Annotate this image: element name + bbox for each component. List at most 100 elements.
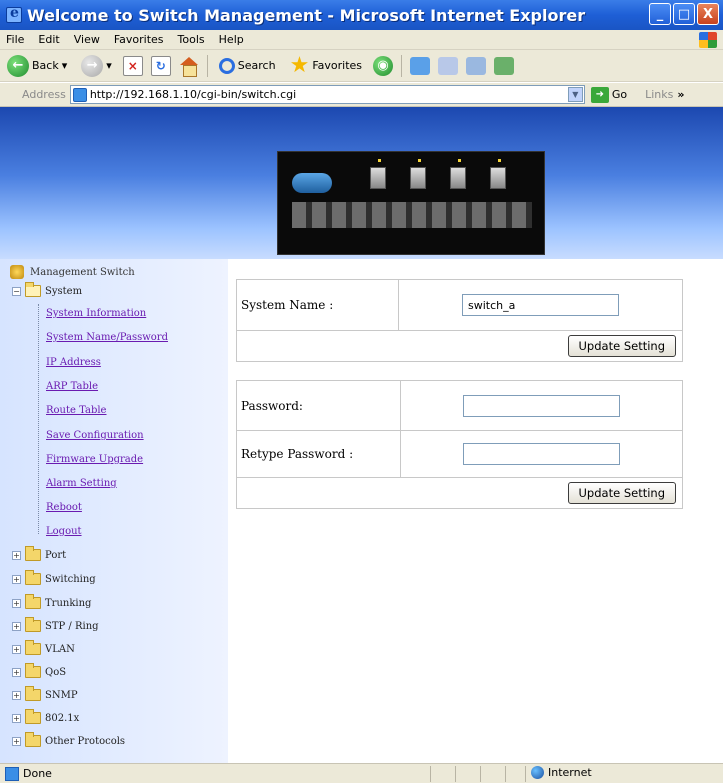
link-firmware-upgrade[interactable]: Firmware Upgrade	[46, 454, 143, 465]
tree-folder-label: System	[45, 285, 83, 297]
folder-icon	[25, 640, 41, 655]
link-arp-table[interactable]: ARP Table	[46, 381, 98, 392]
tree-folder-label: STP / Ring	[45, 620, 99, 632]
close-button[interactable]: X	[697, 3, 719, 25]
title-bar: Welcome to Switch Management - Microsoft…	[0, 0, 723, 30]
media-icon[interactable]: ◉	[373, 55, 394, 76]
menu-view[interactable]: View	[74, 33, 100, 46]
address-input[interactable]: http://192.168.1.10/cgi-bin/switch.cgi ▼	[69, 85, 585, 104]
tree-root[interactable]: Management Switch	[10, 265, 135, 279]
address-dropdown-icon[interactable]: ▼	[567, 87, 583, 102]
tree-folder-switching[interactable]: + Switching	[12, 570, 96, 585]
toolbar-separator	[206, 54, 208, 77]
back-dropdown-icon[interactable]: ▾	[62, 59, 68, 72]
menu-file[interactable]: File	[6, 33, 24, 46]
link-logout[interactable]: Logout	[46, 526, 82, 537]
collapse-icon[interactable]: −	[12, 286, 21, 296]
go-label: Go	[611, 88, 628, 101]
tree-folder-other-protocols[interactable]: + Other Protocols	[12, 732, 125, 747]
tree-folder-trunking[interactable]: + Trunking	[12, 594, 91, 609]
system-name-form: System Name : switch_a Update Setting	[236, 279, 683, 362]
expand-icon[interactable]: +	[12, 574, 21, 584]
tree-folder-port[interactable]: + Port	[12, 546, 67, 561]
maximize-button[interactable]: □	[673, 3, 695, 25]
form-row: Password:	[237, 381, 682, 431]
fiber-port-icon	[490, 167, 506, 189]
window-controls: _ □ X	[649, 3, 719, 25]
page-done-icon	[5, 766, 19, 781]
tree-folder-system[interactable]: − System	[12, 282, 83, 297]
update-password-button[interactable]: Update Setting	[567, 482, 676, 504]
back-label: Back	[32, 59, 59, 72]
tree-folder-8021x[interactable]: + 802.1x	[12, 709, 79, 724]
status-divider	[430, 766, 431, 782]
tree-folder-stp-ring[interactable]: + STP / Ring	[12, 617, 99, 632]
form-cell	[401, 381, 682, 430]
expand-icon[interactable]: +	[12, 736, 21, 746]
links-button[interactable]: Links	[645, 88, 673, 101]
menu-favorites[interactable]: Favorites	[114, 33, 164, 46]
update-system-name-button[interactable]: Update Setting	[567, 335, 676, 357]
status-divider	[455, 766, 456, 782]
link-alarm-setting[interactable]: Alarm Setting	[46, 478, 117, 489]
form-row: Update Setting	[237, 478, 682, 508]
expand-icon[interactable]: +	[12, 644, 21, 654]
password-input[interactable]	[463, 394, 620, 417]
link-system-information[interactable]: System Information	[46, 308, 146, 319]
favorites-button[interactable]: ★ Favorites	[287, 54, 365, 78]
home-icon[interactable]	[179, 56, 199, 77]
menu-help[interactable]: Help	[219, 33, 244, 46]
retype-password-input[interactable]	[463, 443, 620, 465]
link-ip-address[interactable]: IP Address	[46, 357, 101, 368]
password-label: Password:	[237, 381, 401, 430]
link-save-configuration[interactable]: Save Configuration	[46, 430, 144, 441]
status-bar: Done Internet	[0, 763, 723, 783]
go-arrow-icon: ➜	[590, 86, 609, 103]
internet-globe-icon	[531, 766, 544, 779]
link-system-name-password[interactable]: System Name/Password	[46, 332, 168, 343]
minimize-button[interactable]: _	[649, 3, 671, 25]
expand-icon[interactable]: +	[12, 713, 21, 723]
expand-icon[interactable]: +	[12, 667, 21, 677]
status-divider	[505, 766, 506, 782]
back-button[interactable]: ← Back ▾	[4, 54, 70, 78]
go-button[interactable]: ➜ Go	[590, 86, 628, 103]
link-reboot[interactable]: Reboot	[46, 502, 82, 513]
stop-icon[interactable]: ×	[122, 55, 143, 76]
links-chevron-icon[interactable]: »	[677, 88, 684, 101]
expand-icon[interactable]: +	[12, 550, 21, 560]
favorites-star-icon: ★	[289, 52, 310, 78]
led-icon	[378, 159, 381, 162]
tree-folder-snmp[interactable]: + SNMP	[12, 686, 78, 701]
tree-folder-label: Port	[45, 549, 67, 561]
forward-dropdown-icon[interactable]: ▾	[106, 59, 112, 72]
tree-folder-qos[interactable]: + QoS	[12, 663, 66, 678]
mail-icon[interactable]	[438, 56, 459, 75]
search-button[interactable]: Search	[216, 54, 279, 78]
navigation-tree: Management Switch − System System Inform…	[0, 259, 228, 763]
folder-icon	[25, 594, 41, 609]
ethernet-ports-icon	[292, 202, 532, 228]
menu-edit[interactable]: Edit	[38, 33, 59, 46]
system-name-label: System Name :	[237, 280, 399, 330]
tree-folder-vlan[interactable]: + VLAN	[12, 640, 75, 655]
favorites-label: Favorites	[312, 59, 363, 72]
led-icon	[458, 159, 461, 162]
expand-icon[interactable]: +	[12, 690, 21, 700]
messenger-icon[interactable]	[494, 56, 515, 75]
menu-tools[interactable]: Tools	[178, 33, 205, 46]
history-icon[interactable]	[410, 56, 431, 75]
system-name-input[interactable]: switch_a	[462, 294, 619, 316]
link-route-table[interactable]: Route Table	[46, 405, 106, 416]
page-icon	[72, 87, 87, 102]
expand-icon[interactable]: +	[12, 598, 21, 608]
forward-button[interactable]: → ▾	[78, 54, 115, 78]
expand-icon[interactable]: +	[12, 621, 21, 631]
zone-label: Internet	[548, 766, 592, 779]
tree-connector	[38, 304, 39, 534]
print-icon[interactable]	[466, 56, 487, 75]
address-url: http://192.168.1.10/cgi-bin/switch.cgi	[89, 88, 297, 101]
search-icon	[218, 57, 235, 74]
window-title: Welcome to Switch Management - Microsoft…	[27, 5, 586, 25]
refresh-icon[interactable]: ↻	[150, 55, 171, 76]
